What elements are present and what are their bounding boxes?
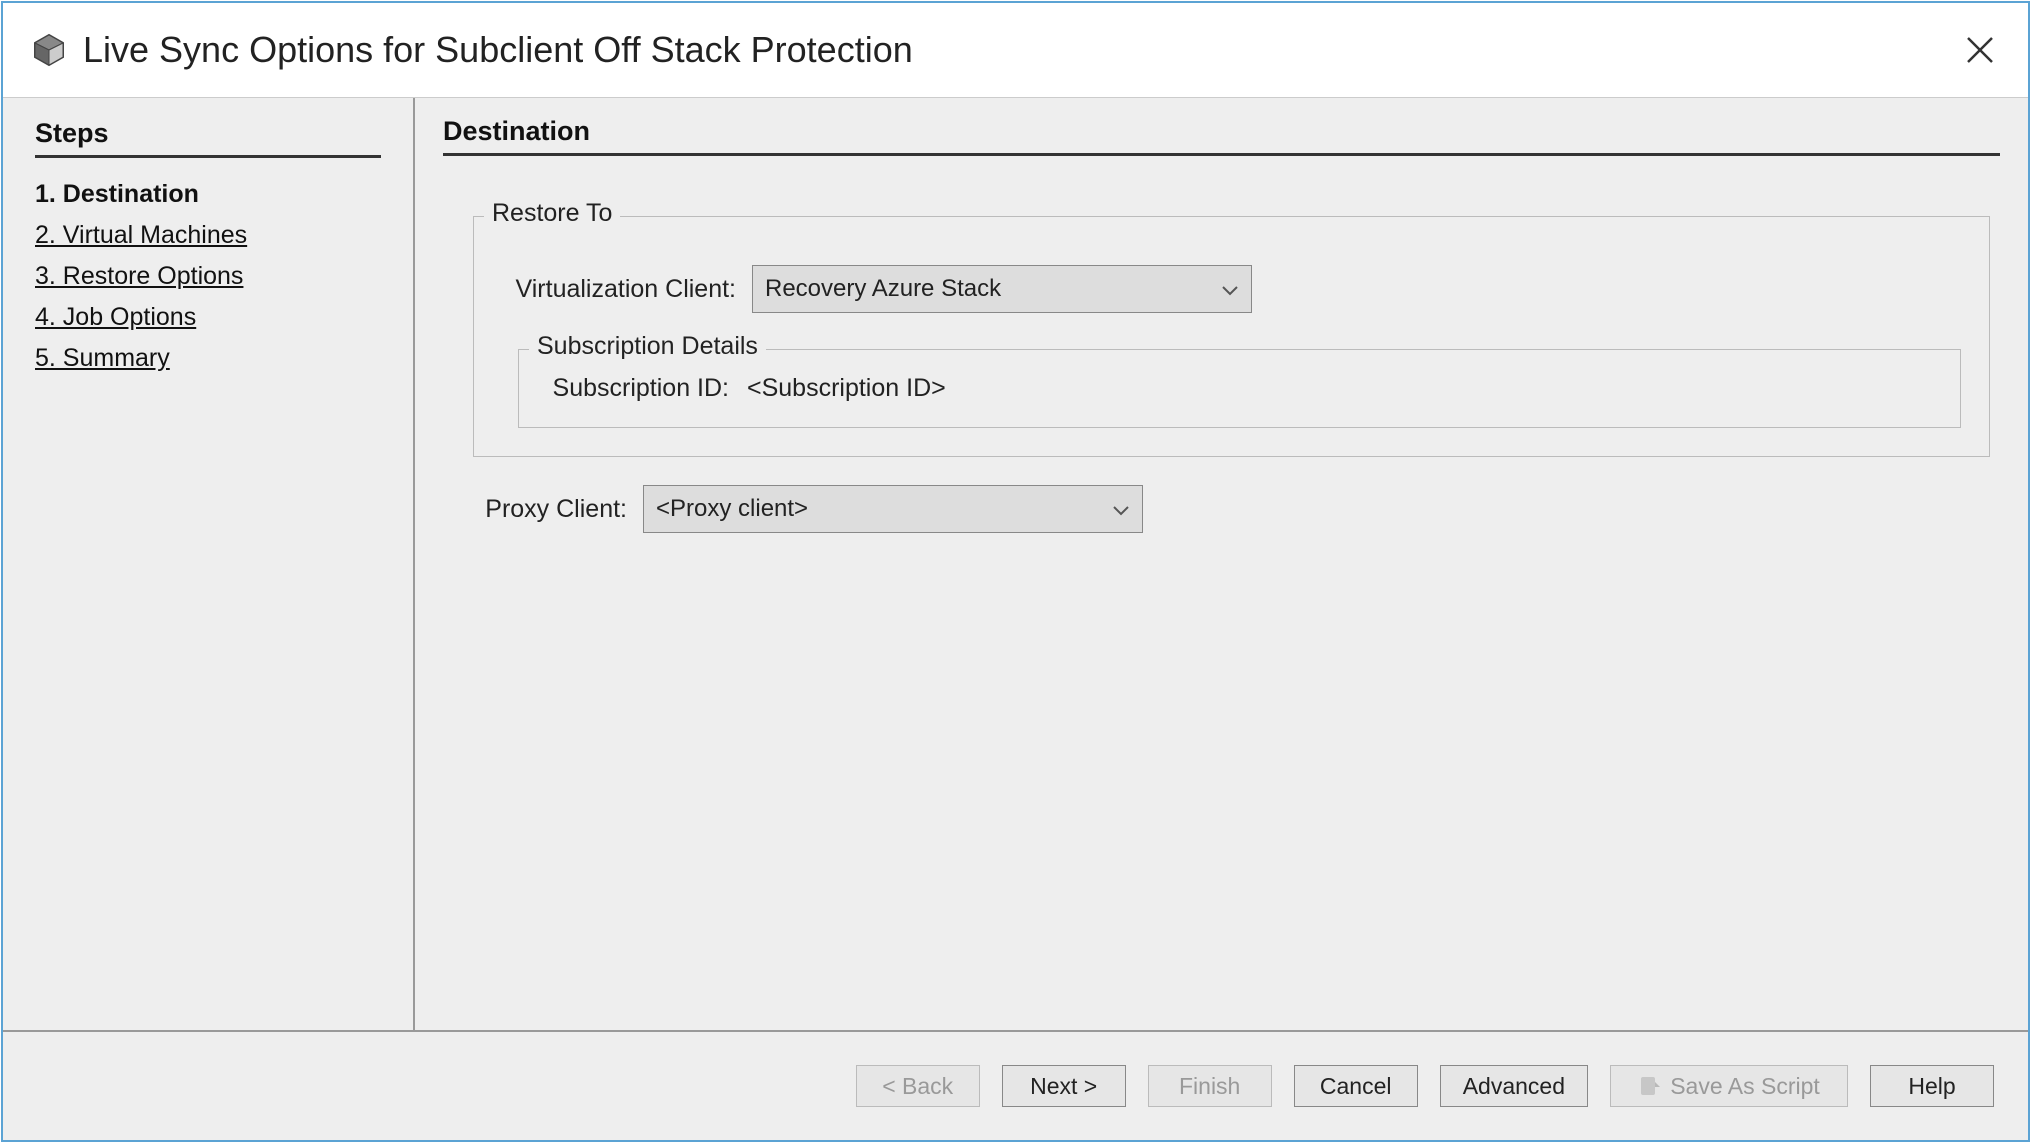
footer-buttons: < Back Next > Finish Cancel Advanced Sav…	[3, 1030, 2028, 1140]
back-button[interactable]: < Back	[856, 1065, 980, 1107]
save-as-script-label: Save As Script	[1670, 1073, 1820, 1100]
subscription-details-legend: Subscription Details	[529, 332, 766, 361]
titlebar: Live Sync Options for Subclient Off Stac…	[3, 3, 2028, 97]
cancel-button[interactable]: Cancel	[1294, 1065, 1418, 1107]
step-restore-options[interactable]: 3. Restore Options	[35, 262, 381, 291]
virt-client-dropdown[interactable]: Recovery Azure Stack	[752, 265, 1252, 313]
script-icon	[1638, 1074, 1662, 1098]
chevron-down-icon	[1221, 275, 1239, 303]
proxy-client-row: Proxy Client: <Proxy client>	[473, 485, 2000, 533]
finish-button[interactable]: Finish	[1148, 1065, 1272, 1107]
chevron-down-icon	[1112, 495, 1130, 523]
subscription-id-value: <Subscription ID>	[747, 374, 946, 403]
restore-to-legend: Restore To	[484, 199, 620, 228]
save-as-script-button[interactable]: Save As Script	[1610, 1065, 1848, 1107]
proxy-client-label: Proxy Client:	[473, 495, 643, 524]
virt-client-label: Virtualization Client:	[502, 275, 752, 304]
steps-sidebar: Steps 1. Destination 2. Virtual Machines…	[3, 98, 415, 1030]
page-title: Destination	[443, 116, 2000, 156]
steps-heading: Steps	[35, 118, 381, 158]
window-title: Live Sync Options for Subclient Off Stac…	[83, 29, 1960, 71]
body-area: Steps 1. Destination 2. Virtual Machines…	[3, 97, 2028, 1030]
step-job-options[interactable]: 4. Job Options	[35, 303, 381, 332]
next-button[interactable]: Next >	[1002, 1065, 1126, 1107]
virt-client-row: Virtualization Client: Recovery Azure St…	[502, 265, 1961, 313]
main-panel: Destination Restore To Virtualization Cl…	[415, 98, 2028, 1030]
close-button[interactable]	[1960, 30, 2000, 70]
app-icon	[31, 32, 67, 68]
advanced-button[interactable]: Advanced	[1440, 1065, 1588, 1107]
close-icon	[1965, 35, 1995, 65]
step-virtual-machines[interactable]: 2. Virtual Machines	[35, 221, 381, 250]
dialog-window: Live Sync Options for Subclient Off Stac…	[1, 1, 2030, 1142]
proxy-client-dropdown[interactable]: <Proxy client>	[643, 485, 1143, 533]
step-destination[interactable]: 1. Destination	[35, 180, 381, 209]
subscription-id-label: Subscription ID:	[547, 374, 747, 403]
subscription-id-row: Subscription ID: <Subscription ID>	[547, 374, 1932, 403]
step-summary[interactable]: 5. Summary	[35, 344, 381, 373]
help-button[interactable]: Help	[1870, 1065, 1994, 1107]
subscription-details-fieldset: Subscription Details Subscription ID: <S…	[518, 349, 1961, 428]
proxy-client-value: <Proxy client>	[656, 495, 808, 523]
restore-to-fieldset: Restore To Virtualization Client: Recove…	[473, 216, 1990, 457]
virt-client-value: Recovery Azure Stack	[765, 275, 1001, 303]
